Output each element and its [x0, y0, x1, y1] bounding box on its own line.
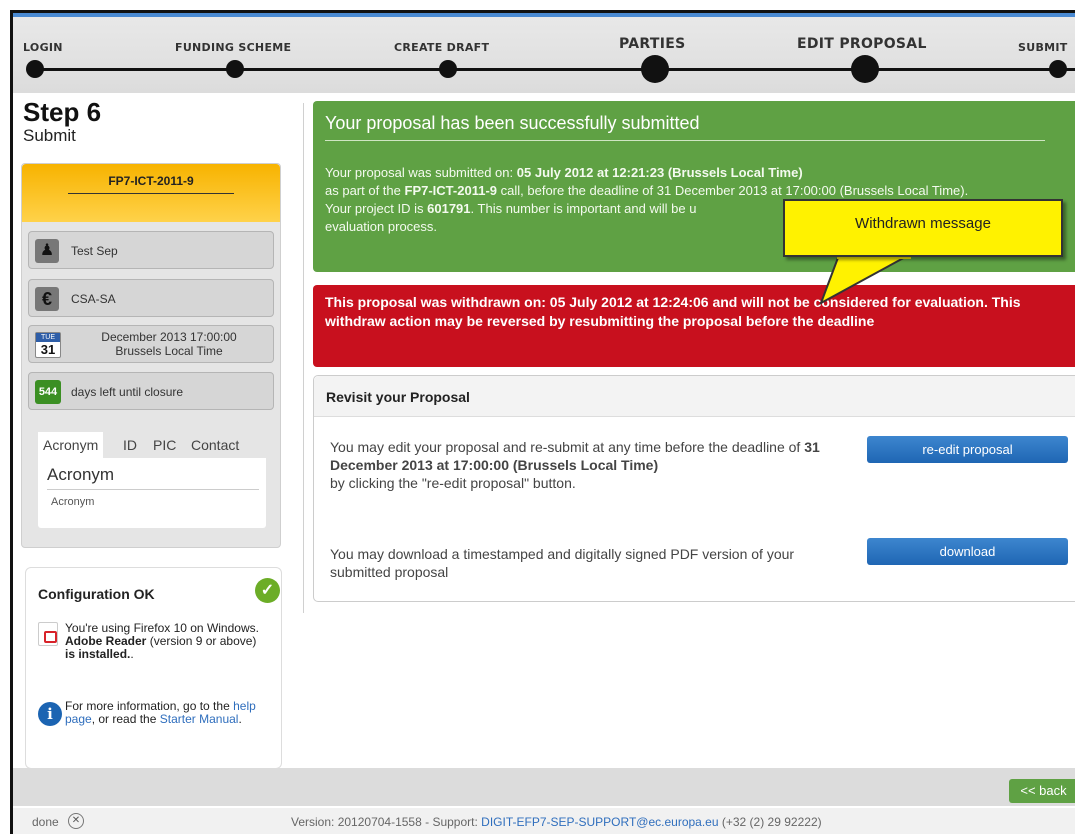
revisit-title: Revisit your Proposal — [314, 376, 1075, 417]
deadline-date: December 2013 17:00:00 — [101, 330, 237, 344]
call-ref: FP7-ICT-2011-9 — [404, 183, 498, 198]
deadline-pill: TUE 31 December 2013 17:00:00 Brussels L… — [28, 325, 274, 363]
version-info: Version: 20120704-1558 - Support: DIGIT-… — [291, 815, 822, 829]
edit-instruction: by clicking the "re-edit proposal" butto… — [330, 475, 576, 491]
progress-line — [29, 68, 1075, 71]
tab-contact[interactable]: Contact — [186, 432, 245, 458]
help-text-end: . — [238, 712, 242, 726]
reader-version: (version 9 or above) — [149, 634, 257, 648]
acronym-value: Acronym — [51, 496, 95, 508]
step-login-dot — [26, 60, 44, 78]
reader-end: . — [130, 647, 134, 661]
project-id: 601791 — [427, 201, 471, 216]
check-icon: ✓ — [255, 578, 280, 603]
configuration-panel: Configuration OK ✓ You're using Firefox … — [25, 567, 282, 769]
person-icon: ♟ — [35, 239, 59, 263]
identifier-tabs: Acronym ID PIC Contact Acronym Acronym — [38, 432, 266, 528]
left-panel: Step 6 Submit — [21, 97, 291, 146]
calendar-day: 31 — [40, 342, 56, 357]
pdf-icon — [38, 622, 58, 646]
support-phone: (+32 (2) 29 92222) — [721, 815, 822, 829]
status-text: done — [32, 815, 59, 829]
version-text: Version: 20120704-1558 - Support: — [291, 815, 478, 829]
funding-pill: € CSA-SA — [28, 279, 274, 317]
help-text-mid: , or read the — [91, 712, 157, 726]
submitted-text: Your proposal was submitted on: — [325, 165, 514, 180]
footer-bar — [13, 768, 1075, 806]
call-text: as part of the — [325, 183, 401, 198]
days-left-count: 544 — [35, 380, 61, 404]
edit-info: You may edit your proposal and re-submit… — [330, 438, 830, 492]
proposal-info-card: FP7-ICT-2011-9 ♟ Test Sep € CSA-SA TUE 3… — [21, 163, 281, 548]
step-submit[interactable]: SUBMIT — [1018, 41, 1068, 54]
revisit-panel: Revisit your Proposal You may edit your … — [313, 375, 1075, 602]
starter-manual-link[interactable]: Starter Manual — [160, 712, 239, 726]
step-subtitle: Submit — [23, 126, 76, 145]
step-title: Step 6 — [23, 97, 102, 127]
acronym-heading: Acronym — [47, 465, 259, 490]
download-button[interactable]: download — [867, 538, 1068, 565]
deadline-text: call, before the deadline of 31 December… — [500, 183, 969, 198]
project-id-text: Your project ID is — [325, 201, 424, 216]
reader-installed: is installed. — [65, 647, 131, 661]
calendar-icon: TUE 31 — [35, 332, 61, 358]
column-divider — [303, 103, 304, 613]
step-funding-dot — [226, 60, 244, 78]
tab-pic[interactable]: PIC — [148, 432, 182, 458]
help-text: For more information, go to the — [65, 699, 230, 713]
submitted-date: 05 July 2012 at 12:21:23 (Brussels Local… — [516, 165, 803, 180]
re-edit-proposal-button[interactable]: re-edit proposal — [867, 436, 1068, 463]
step-parties-dot — [641, 55, 669, 83]
step-parties[interactable]: PARTIES — [619, 36, 685, 52]
user-pill: ♟ Test Sep — [28, 231, 274, 269]
call-header: FP7-ICT-2011-9 — [22, 164, 280, 222]
tab-id[interactable]: ID — [118, 432, 142, 458]
callout-pointer — [819, 255, 911, 305]
calendar-month: TUE — [36, 333, 60, 342]
info-icon: i — [38, 702, 62, 726]
deadline-timezone: Brussels Local Time — [115, 344, 223, 358]
config-title: Configuration OK — [38, 586, 155, 602]
close-icon[interactable]: ✕ — [68, 813, 84, 829]
days-left-pill: 544 days left until closure — [28, 372, 274, 410]
withdrawn-message: This proposal was withdrawn on: 05 July … — [313, 285, 1075, 367]
funding-scheme: CSA-SA — [71, 292, 116, 306]
support-email-link[interactable]: DIGIT-EFP7-SEP-SUPPORT@ec.europa.eu — [481, 815, 718, 829]
reader-text: You're using Firefox 10 on Windows. — [65, 621, 259, 635]
app-frame: LOGIN FUNDING SCHEME CREATE DRAFT PARTIE… — [10, 10, 1075, 834]
reader-name: Adobe Reader — [65, 634, 147, 648]
step-login[interactable]: LOGIN — [23, 41, 63, 54]
status-bar: done ✕ Version: 20120704-1558 - Support:… — [13, 808, 1075, 834]
euro-icon: € — [35, 287, 59, 311]
wizard-progress: LOGIN FUNDING SCHEME CREATE DRAFT PARTIE… — [13, 13, 1075, 93]
evaluation-text: evaluation process. — [325, 219, 438, 234]
step-edit-proposal[interactable]: EDIT PROPOSAL — [797, 36, 927, 52]
user-name: Test Sep — [71, 244, 118, 258]
edit-text: You may edit your proposal and re-submit… — [330, 439, 801, 455]
project-id-note: . This number is important and will be u — [470, 201, 697, 216]
withdrawn-callout: Withdrawn message — [783, 199, 1063, 257]
call-id: FP7-ICT-2011-9 — [68, 174, 234, 194]
success-title: Your proposal has been successfully subm… — [325, 113, 1045, 141]
tab-strip: Acronym ID PIC Contact — [38, 432, 266, 458]
step-submit-dot — [1049, 60, 1067, 78]
download-text: You may download a timestamped and digit… — [330, 546, 795, 580]
step-draft-dot — [439, 60, 457, 78]
step-funding-scheme[interactable]: FUNDING SCHEME — [175, 41, 291, 54]
tab-acronym[interactable]: Acronym — [38, 432, 104, 458]
step-create-draft[interactable]: CREATE DRAFT — [394, 41, 489, 54]
days-left-label: days left until closure — [71, 385, 184, 399]
back-button[interactable]: << back — [1009, 779, 1075, 803]
step-edit-dot — [851, 55, 879, 83]
